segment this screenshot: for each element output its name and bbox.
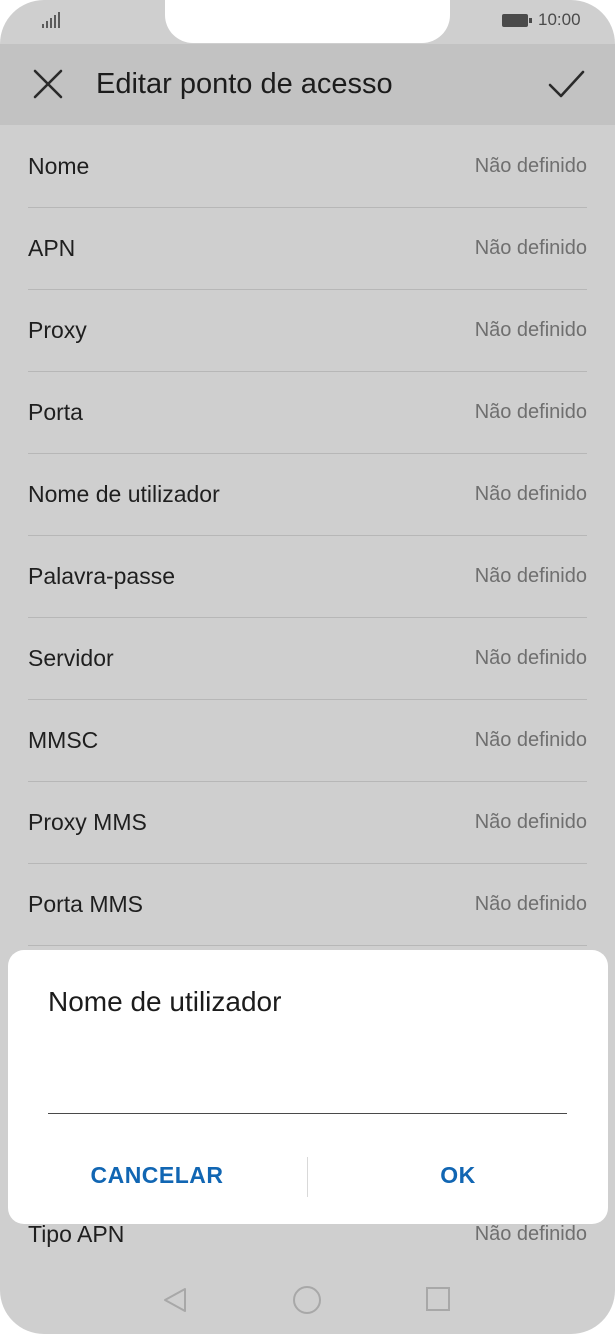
field-label: Proxy MMS xyxy=(28,809,147,835)
field-row-apn[interactable]: APN Não definido xyxy=(28,207,587,290)
field-row-proxy-mms[interactable]: Proxy MMS Não definido xyxy=(28,781,587,864)
field-row-proxy[interactable]: Proxy Não definido xyxy=(28,289,587,372)
home-icon[interactable] xyxy=(293,1286,321,1314)
field-label: Proxy xyxy=(28,317,87,343)
back-icon[interactable] xyxy=(161,1286,189,1314)
cancel-button[interactable]: CANCELAR xyxy=(8,1146,306,1204)
field-value: Não definido xyxy=(474,237,587,259)
field-value: Não definido xyxy=(474,729,587,751)
ok-button[interactable]: OK xyxy=(308,1146,608,1204)
field-label: APN xyxy=(28,235,76,261)
dialog-title: Nome de utilizador xyxy=(48,986,282,1017)
signal-icon xyxy=(42,12,62,28)
battery-icon xyxy=(502,14,532,27)
check-icon[interactable] xyxy=(546,64,586,104)
field-row-mmsc[interactable]: MMSC Não definido xyxy=(28,699,587,782)
field-row-porta[interactable]: Porta Não definido xyxy=(28,371,587,454)
field-value: Não definido xyxy=(474,811,587,833)
status-bar: 10:00 xyxy=(0,0,615,44)
field-label: Porta MMS xyxy=(28,891,144,917)
field-value: Não definido xyxy=(474,1223,587,1245)
field-row-nome-utilizador[interactable]: Nome de utilizador Não definido xyxy=(28,453,587,536)
field-label: Servidor xyxy=(28,645,114,671)
field-label: Nome de utilizador xyxy=(28,481,220,507)
phone-screen: 10:00 Editar ponto de acesso Nome Não de… xyxy=(0,0,615,1334)
field-value: Não definido xyxy=(474,565,587,587)
field-label: Porta xyxy=(28,399,83,425)
field-value: Não definido xyxy=(474,401,587,423)
field-value: Não definido xyxy=(474,155,587,177)
close-icon[interactable] xyxy=(30,66,66,102)
field-row-servidor[interactable]: Servidor Não definido xyxy=(28,617,587,700)
field-label: Palavra-passe xyxy=(28,563,176,589)
page-title: Editar ponto de acesso xyxy=(96,68,393,100)
field-row-porta-mms[interactable]: Porta MMS Não definido xyxy=(28,863,587,946)
username-dialog: Nome de utilizador CANCELAR OK xyxy=(8,950,608,1224)
status-time: 10:00 xyxy=(538,10,581,29)
app-bar: Editar ponto de acesso xyxy=(0,44,615,125)
camera-notch xyxy=(165,0,450,43)
field-value: Não definido xyxy=(474,647,587,669)
system-nav-bar xyxy=(0,1270,615,1330)
field-row-palavra-passe[interactable]: Palavra-passe Não definido xyxy=(28,535,587,618)
recent-apps-icon[interactable] xyxy=(426,1287,450,1311)
field-value: Não definido xyxy=(474,319,587,341)
field-label: MMSC xyxy=(28,727,99,753)
field-row-nome[interactable]: Nome Não definido xyxy=(28,125,587,208)
username-input[interactable] xyxy=(48,1060,567,1114)
field-label: Nome xyxy=(28,153,90,179)
field-label: Tipo APN xyxy=(28,1221,125,1247)
field-value: Não definido xyxy=(474,483,587,505)
field-value: Não definido xyxy=(474,893,587,915)
